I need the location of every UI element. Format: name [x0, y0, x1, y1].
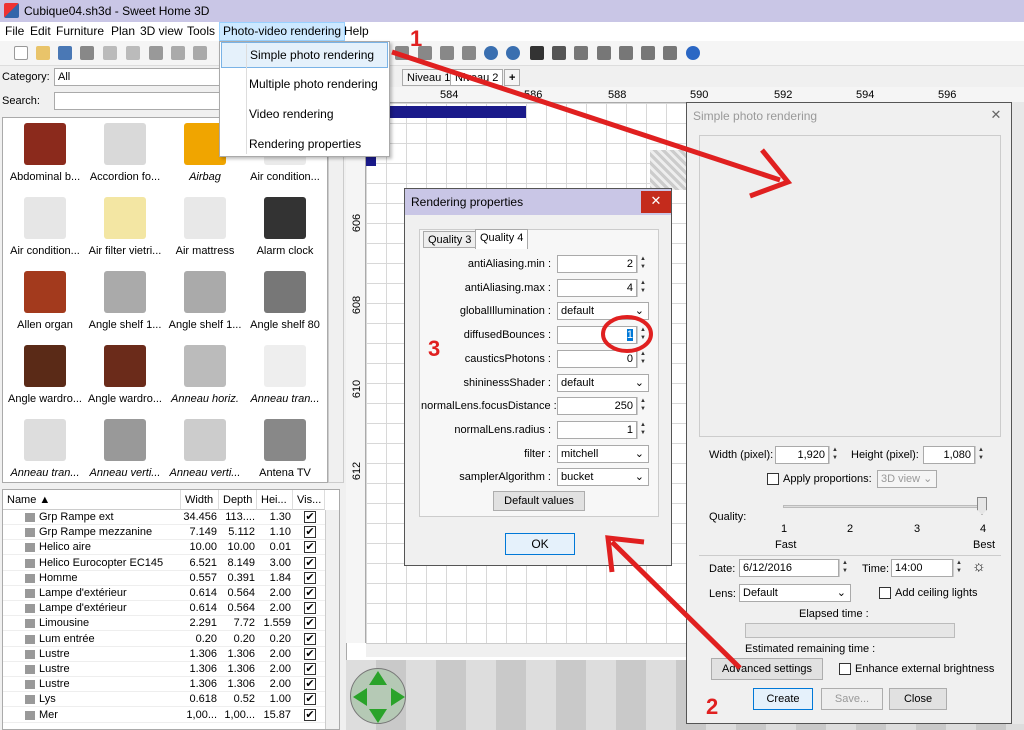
- annotation-overlay: [391, 49, 793, 670]
- annotation-circle: [601, 315, 653, 353]
- annotation-arrow: [391, 49, 781, 183]
- annotation-arrow: [610, 540, 742, 670]
- annotation-1: 1: [410, 26, 423, 51]
- annotation-2: 2: [706, 694, 719, 719]
- annotation-3: 3: [428, 336, 441, 361]
